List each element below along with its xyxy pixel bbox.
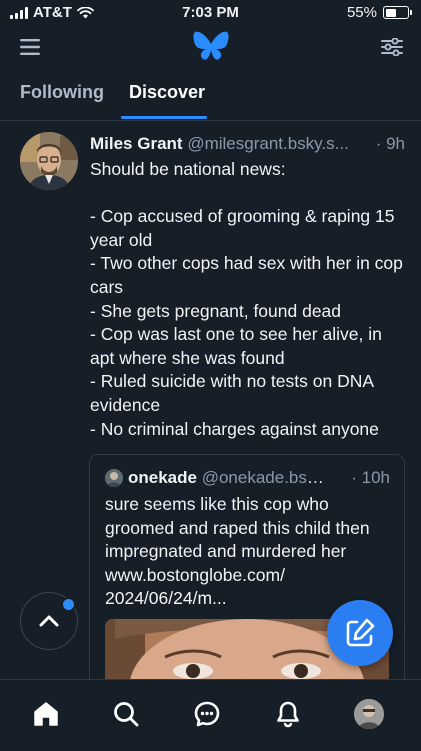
- author-name[interactable]: Miles Grant: [90, 134, 183, 153]
- post-header: Miles Grant @milesgrant.bsky.s...: [90, 134, 405, 154]
- post-line: - Ruled suicide with no tests on DNA evi…: [90, 371, 374, 415]
- battery-percent: 55%: [346, 4, 377, 21]
- status-bar: AT&T 7:03 PM 55%: [0, 0, 421, 24]
- chat-bubble-icon: [194, 701, 220, 727]
- post-line: Should be national news:: [90, 159, 286, 179]
- quote-header: onekade @onekade.bsky...: [128, 468, 328, 488]
- bell-icon: [277, 701, 299, 728]
- active-tab-indicator: [121, 116, 207, 119]
- quote-text: sure seems like this cop who groomed and…: [105, 494, 370, 609]
- pencil-square-icon: [346, 618, 375, 647]
- quote-time: · 10h: [351, 468, 390, 487]
- search-icon: [114, 702, 139, 727]
- hamburger-icon[interactable]: [18, 36, 42, 58]
- post-line: - Two other cops had sex with her in cop…: [90, 253, 403, 297]
- nav-chat[interactable]: [187, 694, 227, 734]
- quote-author-handle: @onekade.bsky...: [201, 468, 328, 487]
- post-time: · 9h: [375, 134, 405, 153]
- tab-discover[interactable]: Discover: [129, 82, 205, 103]
- post-text: Should be national news: - Cop accused o…: [90, 158, 410, 441]
- sliders-icon[interactable]: [380, 36, 404, 58]
- new-posts-indicator: [61, 597, 76, 612]
- profile-avatar: [354, 699, 384, 729]
- nav-profile[interactable]: [349, 694, 389, 734]
- author-handle[interactable]: @milesgrant.bsky.s...: [187, 134, 348, 153]
- post-line: - Cop accused of grooming & raping 15 ye…: [90, 206, 395, 250]
- bottom-nav: [0, 679, 421, 751]
- nav-home[interactable]: [26, 694, 66, 734]
- post-line: - Cop was last one to see her alive, in …: [90, 324, 382, 368]
- post-line: - No criminal charges against anyone: [90, 418, 379, 439]
- butterfly-logo-icon[interactable]: [192, 30, 230, 64]
- nav-search[interactable]: [106, 694, 146, 734]
- compose-button[interactable]: [327, 600, 393, 666]
- home-icon: [34, 702, 58, 726]
- status-right: 55%: [346, 4, 412, 21]
- tab-following[interactable]: Following: [20, 82, 104, 103]
- post-line: - She gets pregnant, found dead: [90, 300, 342, 321]
- quote-author-name: onekade: [128, 468, 197, 487]
- post-line: [90, 182, 410, 206]
- top-bar: [0, 24, 421, 70]
- feed-tabs: Following Discover: [0, 70, 421, 121]
- author-avatar[interactable]: [20, 132, 78, 190]
- battery-icon: [383, 6, 412, 19]
- nav-notifications[interactable]: [268, 694, 308, 734]
- quote-author-avatar: [105, 469, 123, 487]
